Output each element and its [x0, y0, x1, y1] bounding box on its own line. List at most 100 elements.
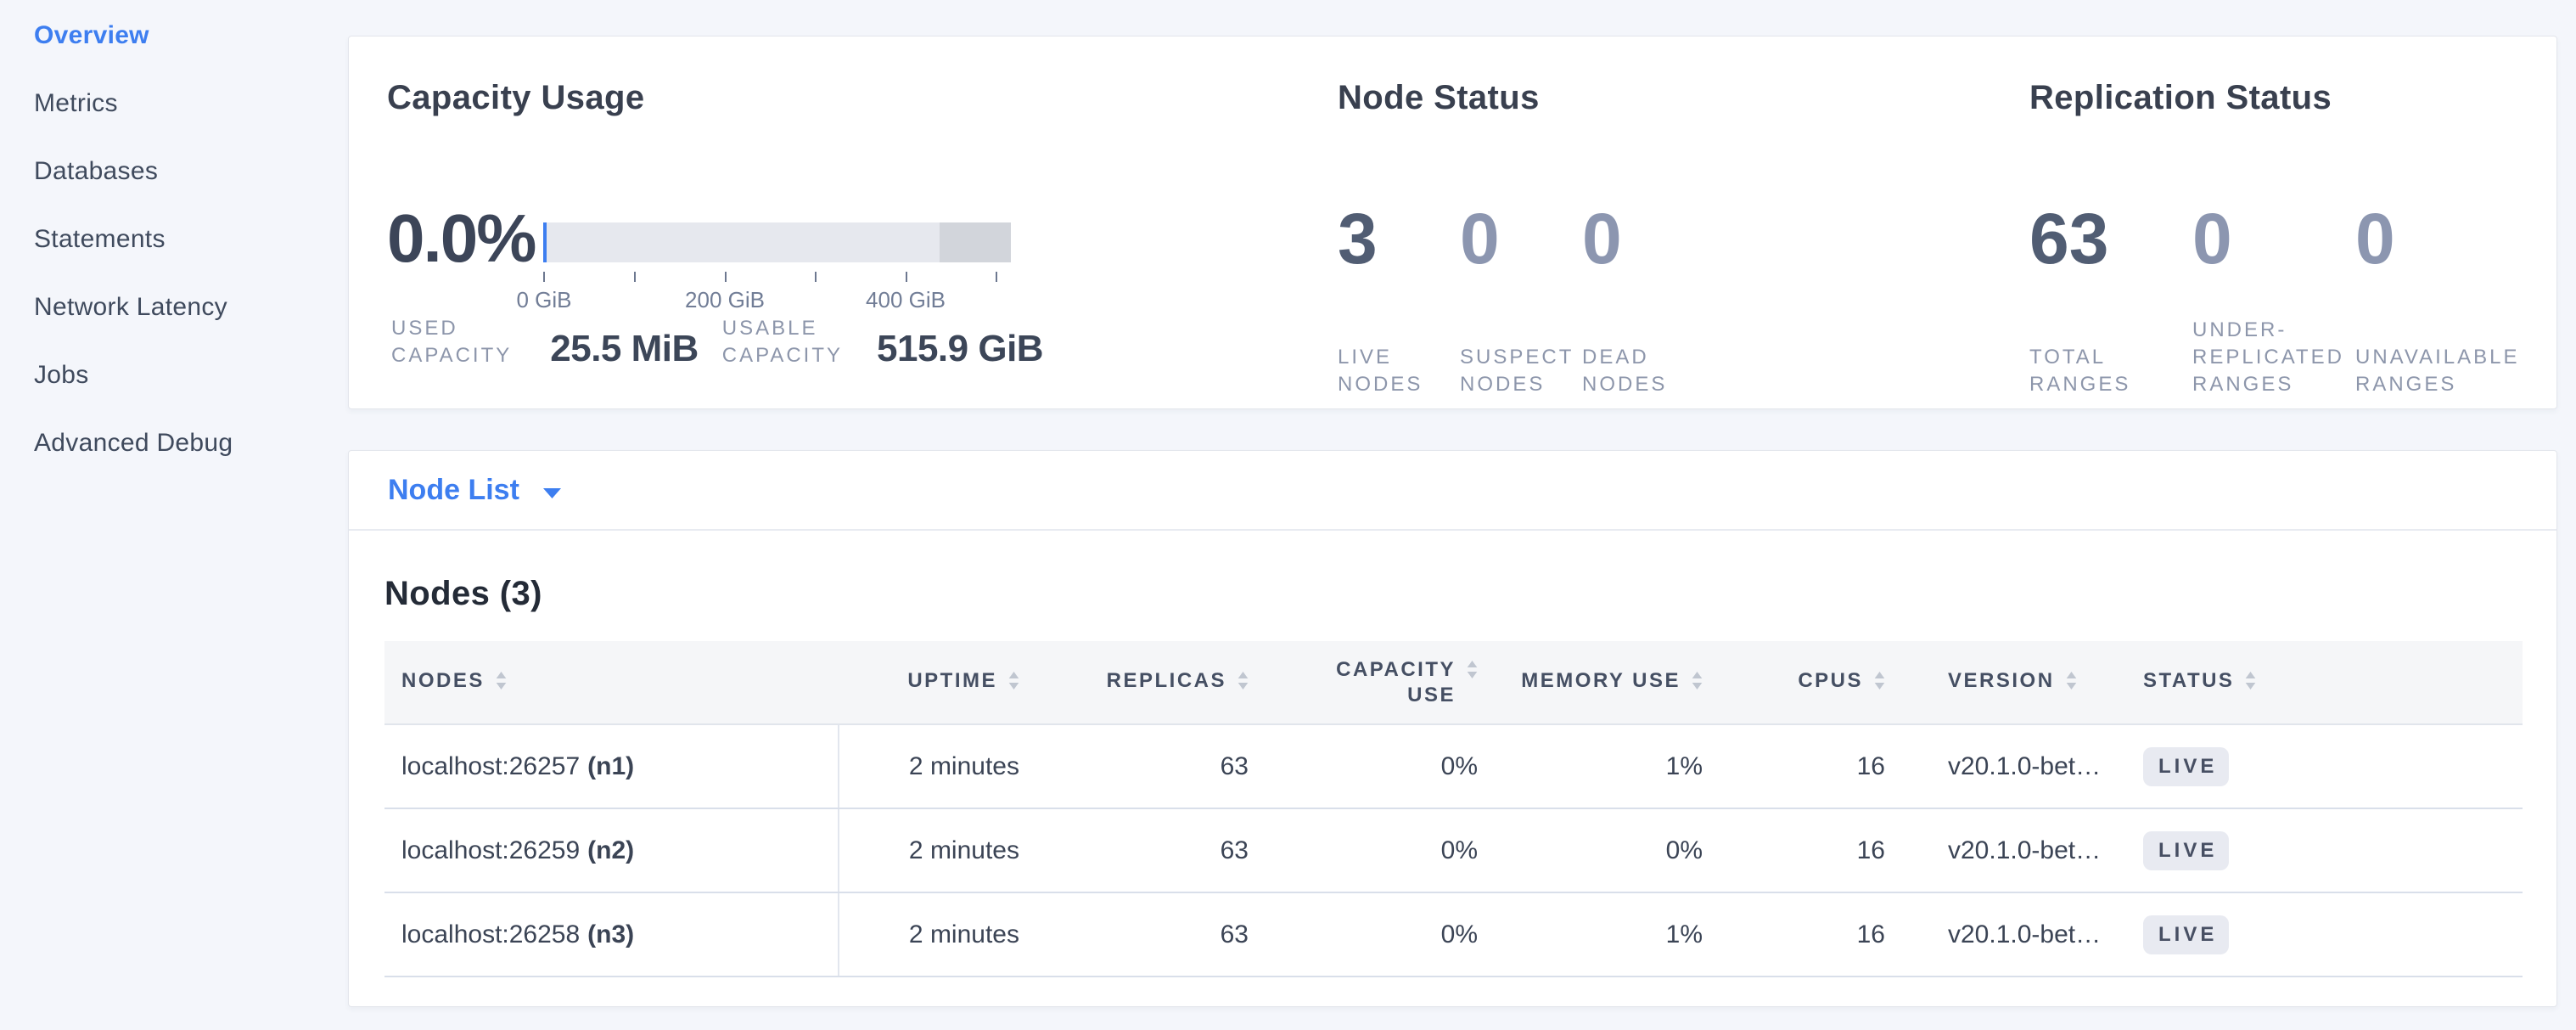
column-header-capacity-use[interactable]: CAPACITY USE [1282, 641, 1512, 724]
sidebar: Overview Metrics Databases Statements Ne… [0, 0, 348, 1030]
dead-nodes-value: 0 [1582, 203, 1704, 274]
axis-tick [906, 272, 907, 282]
replicas-cell: 63 [1053, 808, 1282, 892]
sort-icon [1008, 671, 1019, 696]
status-cell: LIVE [2114, 724, 2259, 808]
node-list-dropdown-label: Node List [388, 474, 519, 507]
table-row[interactable]: localhost:26257(n1) 2 minutes 63 0% 1% 1… [384, 724, 2523, 808]
memory-use-cell: 1% [1512, 724, 1737, 808]
axis-tick-label: 200 GiB [685, 287, 765, 313]
unavailable-ranges-metric: 0 UNAVAILABLE RANGES [2355, 203, 2518, 398]
capacity-bar-chart: 0 GiB 200 GiB 400 GiB [543, 203, 1011, 312]
sidebar-item-overview[interactable]: Overview [0, 2, 348, 70]
status-badge: LIVE [2143, 915, 2229, 954]
column-header-version[interactable]: VERSION [1919, 641, 2114, 724]
capacity-summary: USED CAPACITY 25.5 MiB USABLE CAPACITY 5… [391, 315, 1043, 369]
total-ranges-metric: 63 TOTAL RANGES [2029, 203, 2192, 398]
live-nodes-value: 3 [1338, 203, 1460, 274]
replicas-cell: 63 [1053, 724, 1282, 808]
node-list-dropdown[interactable]: Node List [388, 474, 562, 507]
cpus-cell: 16 [1737, 724, 1919, 808]
node-list-dropdown-row: Node List [349, 451, 2556, 529]
capacity-usage-title: Capacity Usage [387, 77, 1134, 118]
column-header-status[interactable]: STATUS [2114, 641, 2259, 724]
uptime-cell: 2 minutes [839, 724, 1053, 808]
sidebar-item-label: Metrics [34, 89, 118, 118]
total-ranges-value: 63 [2029, 203, 2192, 274]
replicas-cell: 63 [1053, 892, 1282, 977]
live-nodes-metric: 3 LIVE NODES [1338, 203, 1460, 398]
sidebar-item-label: Network Latency [34, 293, 227, 322]
capacity-axis-labels: 0 GiB 200 GiB 400 GiB [543, 287, 1011, 312]
capacity-bar [543, 222, 1011, 262]
capacity-bar-other-segment [940, 222, 1011, 262]
table-row[interactable]: localhost:26258(n3) 2 minutes 63 0% 1% 1… [384, 892, 2523, 977]
used-capacity-value: 25.5 MiB [550, 329, 699, 369]
node-list-card: Node List Nodes (3) NODES [348, 450, 2557, 1007]
sort-icon [1874, 671, 1885, 696]
status-badge: LIVE [2143, 831, 2229, 870]
sidebar-item-label: Statements [34, 225, 166, 254]
memory-use-cell: 0% [1512, 808, 1737, 892]
dead-nodes-label: DEAD NODES [1582, 344, 1704, 398]
sidebar-item-advanced-debug[interactable]: Advanced Debug [0, 409, 348, 477]
capacity-use-cell: 0% [1282, 724, 1512, 808]
node-address-cell: localhost:26258(n3) [384, 892, 839, 977]
dead-nodes-metric: 0 DEAD NODES [1582, 203, 1704, 398]
unavailable-ranges-label: UNAVAILABLE RANGES [2355, 344, 2518, 398]
sort-icon [1237, 671, 1249, 696]
table-row[interactable]: localhost:26259(n2) 2 minutes 63 0% 0% 1… [384, 808, 2523, 892]
node-status-title: Node Status [1338, 77, 1864, 118]
column-header-cpus[interactable]: CPUS [1737, 641, 1919, 724]
table-header-row: NODES UPTIME REPLICAS CAPACIT [384, 641, 2523, 724]
cpus-cell: 16 [1737, 892, 1919, 977]
uptime-cell: 2 minutes [839, 808, 1053, 892]
column-header-nodes[interactable]: NODES [384, 641, 839, 724]
filler-cell [2259, 808, 2523, 892]
sort-icon [2066, 671, 2077, 696]
suspect-nodes-metric: 0 SUSPECT NODES [1460, 203, 1582, 398]
sidebar-item-metrics[interactable]: Metrics [0, 70, 348, 138]
replication-status-title: Replication Status [2029, 77, 2556, 118]
status-badge: LIVE [2143, 747, 2229, 786]
axis-tick-label: 0 GiB [516, 287, 571, 313]
main-content: Capacity Usage 0.0% [348, 0, 2576, 1030]
capacity-usage-section: Capacity Usage 0.0% [387, 77, 1134, 369]
sort-icon [1692, 671, 1703, 696]
node-address-cell: localhost:26257(n1) [384, 724, 839, 808]
sort-icon [496, 671, 507, 696]
column-header-replicas[interactable]: REPLICAS [1053, 641, 1282, 724]
admin-ui: Overview Metrics Databases Statements Ne… [0, 0, 2576, 1030]
version-cell: v20.1.0-bet… [1919, 808, 2114, 892]
status-cell: LIVE [2114, 808, 2259, 892]
column-header-uptime[interactable]: UPTIME [839, 641, 1053, 724]
capacity-axis-ticks [543, 272, 1011, 282]
nodes-heading: Nodes (3) [384, 573, 2556, 614]
total-ranges-label: TOTAL RANGES [2029, 344, 2192, 398]
sidebar-item-jobs[interactable]: Jobs [0, 341, 348, 409]
cluster-overview-card: Capacity Usage 0.0% [348, 36, 2557, 409]
column-header-memory-use[interactable]: MEMORY USE [1512, 641, 1737, 724]
axis-tick [634, 272, 636, 282]
under-replicated-ranges-value: 0 [2192, 203, 2355, 274]
chevron-down-icon [542, 474, 562, 507]
sidebar-item-label: Databases [34, 157, 158, 186]
version-cell: v20.1.0-bet… [1919, 892, 2114, 977]
node-status-section: Node Status 3 LIVE NODES 0 SUSPECT NODE [1338, 77, 1864, 369]
capacity-bar-used-segment [543, 222, 547, 262]
sidebar-item-databases[interactable]: Databases [0, 138, 348, 205]
capacity-use-cell: 0% [1282, 808, 1512, 892]
sidebar-item-label: Advanced Debug [34, 429, 233, 458]
usable-capacity-label: USABLE CAPACITY [722, 315, 843, 369]
axis-tick [996, 272, 997, 282]
axis-tick [543, 272, 545, 282]
sidebar-item-network-latency[interactable]: Network Latency [0, 273, 348, 341]
unavailable-ranges-value: 0 [2355, 203, 2518, 274]
used-capacity-label: USED CAPACITY [391, 315, 512, 369]
suspect-nodes-value: 0 [1460, 203, 1582, 274]
suspect-nodes-label: SUSPECT NODES [1460, 344, 1582, 398]
filler-cell [2259, 892, 2523, 977]
nodes-table: NODES UPTIME REPLICAS CAPACIT [384, 641, 2523, 977]
sidebar-item-statements[interactable]: Statements [0, 205, 348, 273]
sidebar-item-label: Overview [34, 21, 149, 50]
